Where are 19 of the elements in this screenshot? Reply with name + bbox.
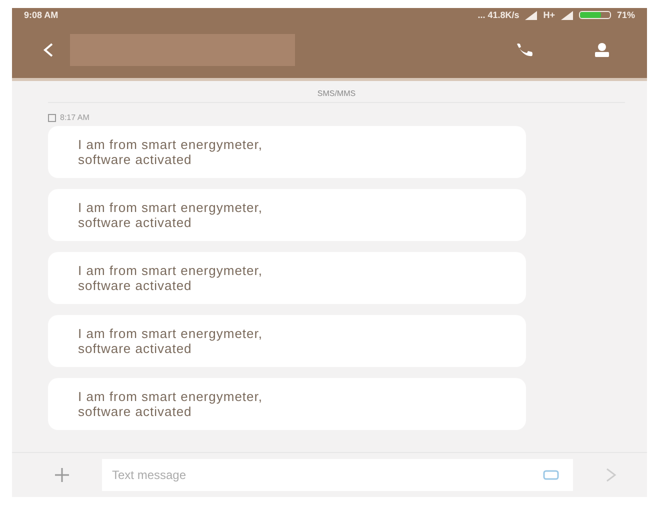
- battery-percent-text: 71%: [616, 10, 635, 20]
- message-text: I am from smart energymeter, software activated: [78, 326, 262, 356]
- signal-icon: [560, 10, 573, 20]
- clock-text: 9:08 AM: [24, 10, 58, 20]
- phone-icon[interactable]: [515, 42, 535, 58]
- plus-icon[interactable]: [52, 465, 72, 485]
- message-text: I am from smart energymeter, software activated: [78, 263, 262, 293]
- network-speed-text: ... 41.8K/s: [478, 10, 520, 20]
- network-type-text: H+: [543, 10, 555, 20]
- back-icon[interactable]: [42, 42, 54, 58]
- person-icon[interactable]: [593, 42, 611, 58]
- battery-icon: [578, 11, 611, 19]
- channel-label: SMS/MMS: [48, 81, 625, 103]
- signal-icon: [525, 10, 538, 20]
- message-text: I am from smart energymeter, software activated: [78, 200, 262, 230]
- message-text: I am from smart energymeter, software activated: [78, 389, 262, 419]
- message-input-field[interactable]: Text message: [102, 459, 529, 491]
- message-text: I am from smart energymeter, software activated: [78, 137, 262, 167]
- timestamp-text: 8:17 AM: [60, 113, 90, 122]
